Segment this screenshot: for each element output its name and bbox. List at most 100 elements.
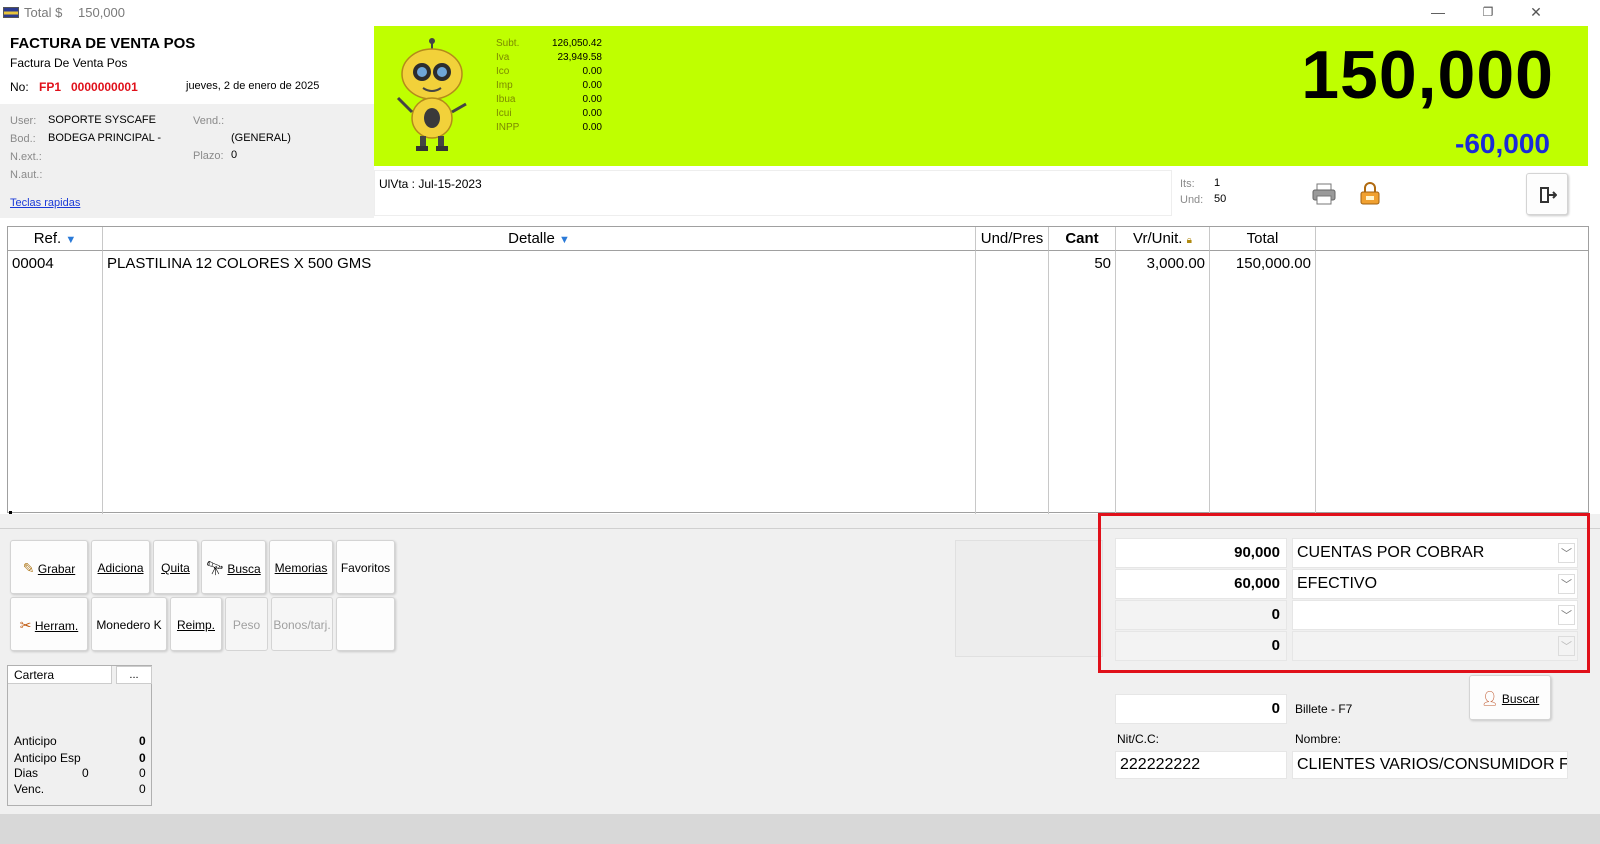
peso-button: Peso	[225, 597, 268, 651]
cartera-tab[interactable]: Cartera	[8, 666, 112, 684]
billete-input[interactable]: 0	[1115, 694, 1287, 724]
ico-label: Ico	[496, 66, 510, 77]
lock-icon[interactable]	[1358, 182, 1382, 206]
its-label: Its:	[1180, 178, 1195, 190]
imp-label: Imp	[496, 80, 513, 91]
sort-arrow-icon: ▼	[558, 234, 570, 246]
icui-value: 0.00	[582, 108, 602, 119]
cell-vr-unit[interactable]: 3,000.00	[1116, 255, 1205, 272]
buscar-button[interactable]: 👤︎ Buscar	[1469, 675, 1551, 720]
window-title: Total $	[24, 5, 63, 20]
plazo-value: 0	[231, 149, 238, 161]
payment-amount-1[interactable]: 90,000	[1115, 538, 1287, 568]
balance-due: -60,000	[1455, 128, 1550, 159]
printer-icon[interactable]	[1312, 183, 1336, 205]
user-value: SOPORTE SYSCAFE	[48, 114, 156, 126]
exit-door-icon	[1540, 187, 1558, 203]
person-icon: 👤︎	[1480, 690, 1499, 706]
payment-method-1[interactable]: CUENTAS POR COBRAR ﹀	[1292, 538, 1578, 568]
inpp-label: INPP	[496, 122, 520, 133]
status-bar	[0, 814, 1600, 844]
close-button[interactable]: ✕	[1518, 3, 1554, 21]
its-value: 1	[1214, 177, 1221, 189]
subt-value: 126,050.42	[551, 38, 602, 49]
col-header-ref[interactable]: Ref. ▼	[8, 227, 103, 251]
chevron-down-icon[interactable]: ﹀	[1558, 543, 1575, 563]
doc-subtitle: Factura De Venta Pos	[10, 56, 128, 70]
name-label: Nombre:	[1295, 732, 1342, 746]
col-header-detalle[interactable]: Detalle ▼	[103, 227, 976, 251]
counters-panel: Its: 1 Und: 50	[1174, 170, 1254, 216]
restore-button[interactable]: ❐	[1470, 3, 1506, 21]
chevron-down-icon[interactable]: ﹀	[1558, 605, 1575, 625]
ibua-label: Ibua	[496, 94, 516, 105]
title-bar: Total $ 150,000 — ❐ ✕	[0, 0, 1600, 24]
und-value: 50	[1214, 193, 1227, 205]
reimp-button[interactable]: Reimp.	[170, 597, 222, 651]
doc-number: 0000000001	[71, 80, 138, 94]
anticipo-value: 0	[139, 734, 146, 748]
last-sale-panel: UlVta : Jul-15-2023	[374, 170, 1172, 216]
chevron-down-icon[interactable]: ﹀	[1558, 574, 1575, 594]
customer-name-input[interactable]: CLIENTES VARIOS/CONSUMIDOR FIN	[1292, 751, 1568, 779]
subt-label: Subt.	[496, 38, 520, 49]
exit-button[interactable]	[1526, 173, 1568, 215]
und-label: Und:	[1180, 194, 1204, 206]
bonos-button: Bonos/tarj.	[271, 597, 333, 651]
chevron-down-icon: ﹀	[1558, 636, 1575, 656]
minimize-button[interactable]: —	[1420, 3, 1456, 21]
grabar-button[interactable]: ✎ Grabar	[10, 540, 88, 594]
col-total	[1210, 251, 1316, 514]
ibua-value: 0.00	[582, 94, 602, 105]
payment-amount-4[interactable]: 0	[1115, 631, 1287, 661]
cell-cant[interactable]: 50	[1049, 255, 1111, 272]
anticipo-esp-value: 0	[139, 751, 146, 765]
anticipo-esp-label: Anticipo Esp	[14, 751, 81, 765]
naut-label: N.aut.:	[10, 169, 43, 181]
col-header-cant[interactable]: Cant	[1049, 227, 1116, 251]
doc-date: jueves, 2 de enero de 2025	[186, 80, 320, 92]
monedero-button[interactable]: Monedero K	[91, 597, 167, 651]
cell-total[interactable]: 150,000.00	[1210, 255, 1311, 272]
payment-method-3[interactable]: ﹀	[1292, 600, 1578, 630]
big-total: 150,000	[1301, 37, 1554, 113]
col-vr-unit	[1116, 251, 1210, 514]
payment-amount-3[interactable]: 0	[1115, 600, 1287, 630]
cartera-more-button[interactable]: ...	[116, 666, 152, 684]
col-und-pres	[976, 251, 1049, 514]
window-title-value: 150,000	[78, 5, 125, 20]
memorias-button[interactable]: Memorias	[269, 540, 333, 594]
cell-detalle[interactable]: PLASTILINA 12 COLORES X 500 GMS	[107, 255, 371, 272]
edit-icon: ✎	[22, 560, 35, 576]
cartera-panel: Cartera ... Anticipo 0 Anticipo Esp 0 Di…	[7, 665, 152, 806]
bod-value: BODEGA PRINCIPAL -	[48, 132, 162, 144]
info-box	[955, 540, 1103, 657]
venc-label: Venc.	[14, 782, 45, 796]
quita-button[interactable]: Quita	[153, 540, 198, 594]
sort-arrow-icon: ▼	[65, 234, 77, 246]
cell-ref[interactable]: 00004	[12, 255, 54, 272]
favoritos-button[interactable]: Favoritos	[336, 540, 395, 594]
payment-method-2[interactable]: EFECTIVO ﹀	[1292, 569, 1578, 599]
ico-value: 0.00	[582, 66, 602, 77]
hotkeys-link[interactable]: Teclas rapidas	[10, 197, 80, 209]
billete-label: Billete - F7	[1295, 702, 1353, 716]
nit-input[interactable]: 222222222	[1115, 751, 1287, 779]
nit-label: Nit/C.C:	[1117, 732, 1159, 746]
anticipo-label: Anticipo	[14, 734, 57, 748]
busca-button[interactable]: 🔭︎ Busca	[201, 540, 266, 594]
iva-value: 23,949.58	[557, 52, 603, 63]
empty-button[interactable]	[336, 597, 395, 651]
items-grid[interactable]: Ref. ▼ Detalle ▼ Und/Pres Cant Vr/Unit. …	[7, 226, 1589, 514]
col-header-total[interactable]: Total	[1210, 227, 1316, 251]
adiciona-button[interactable]: Adiciona	[91, 540, 150, 594]
totals-panel: Subt. 126,050.42 Iva 23,949.58 Ico 0.00 Imp…	[374, 26, 1588, 166]
app-icon	[3, 7, 19, 18]
lock-small-icon: 🔒︎	[1186, 235, 1192, 246]
col-header-und-pres[interactable]: Und/Pres	[976, 227, 1049, 251]
vend-label: Vend.:	[193, 115, 225, 127]
herram-button[interactable]: ✂ Herram.	[10, 597, 88, 651]
mascot-logo	[396, 38, 467, 151]
payment-amount-2[interactable]: 60,000	[1115, 569, 1287, 599]
col-header-vr-unit[interactable]: Vr/Unit. 🔒︎	[1116, 227, 1210, 251]
